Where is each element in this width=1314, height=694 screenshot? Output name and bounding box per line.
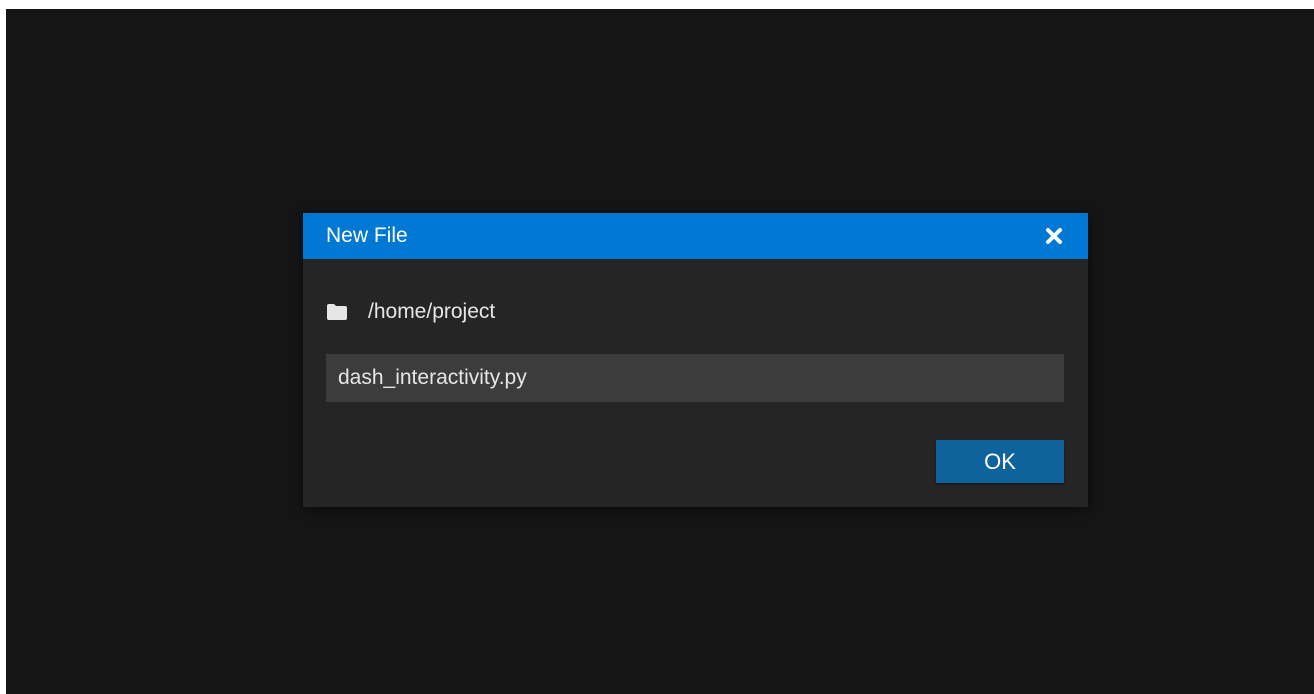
new-file-dialog: New File /home/project OK bbox=[303, 213, 1088, 507]
current-directory: /home/project bbox=[326, 299, 495, 325]
close-button[interactable] bbox=[1042, 224, 1066, 248]
workspace-background: New File /home/project OK bbox=[6, 9, 1314, 694]
ok-button[interactable]: OK bbox=[936, 440, 1064, 483]
directory-path: /home/project bbox=[368, 300, 496, 323]
folder-icon bbox=[327, 304, 347, 320]
dialog-titlebar: New File bbox=[303, 213, 1088, 259]
close-x-icon bbox=[1046, 228, 1062, 244]
dialog-title: New File bbox=[326, 224, 408, 247]
filename-input[interactable] bbox=[326, 354, 1064, 402]
